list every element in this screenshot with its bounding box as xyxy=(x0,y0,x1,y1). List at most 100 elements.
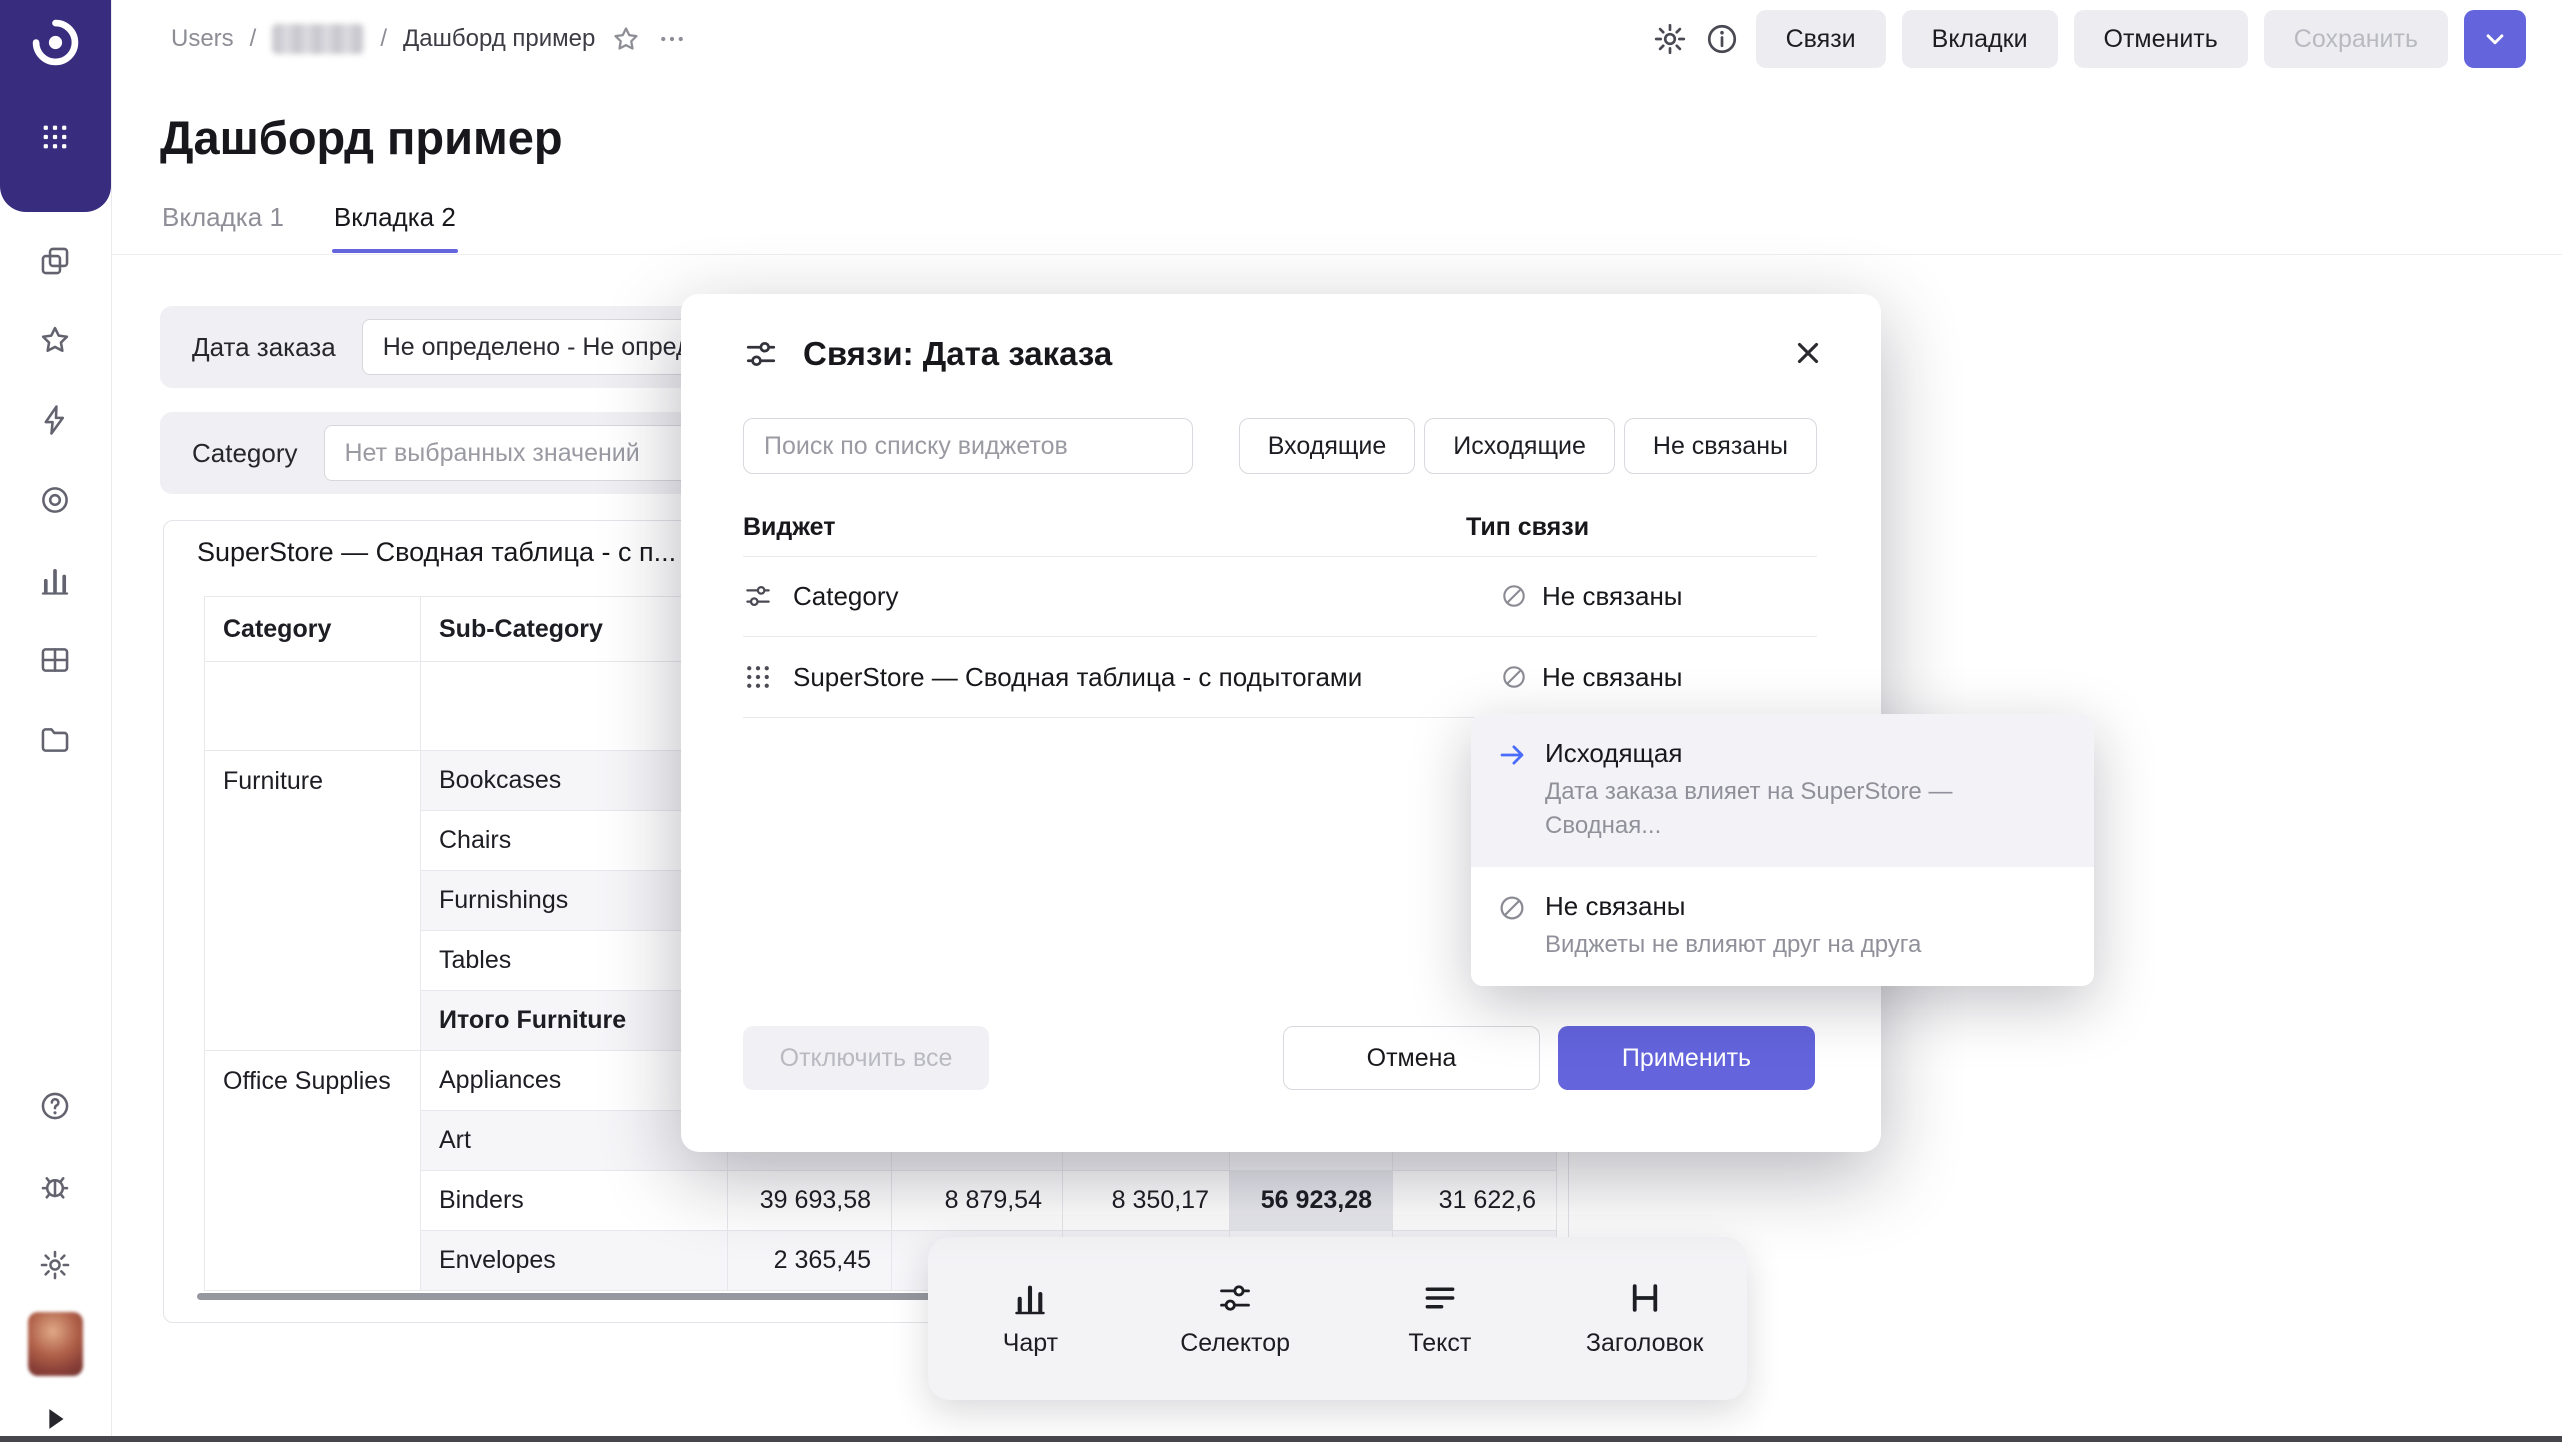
dashboard-tabs: Вкладка 1 Вкладка 2 xyxy=(160,192,458,253)
widget-link-row: Category Не связаны xyxy=(743,556,1817,637)
play-icon[interactable] xyxy=(38,1402,72,1436)
grid-dots-icon xyxy=(743,662,773,692)
link-type-select[interactable]: Не связаны xyxy=(1500,556,1683,636)
pivot-value-cell: 39 693,58 xyxy=(728,1171,892,1231)
toolbar-item-chart[interactable]: Чарт xyxy=(928,1237,1133,1400)
sidebar-item-gear[interactable] xyxy=(38,1248,72,1282)
sidebar-item-help[interactable] xyxy=(38,1089,72,1123)
toolbar-item-label: Текст xyxy=(1408,1329,1471,1358)
sidebar-item-chart-bars[interactable] xyxy=(38,563,72,597)
sidebar-item-collections[interactable] xyxy=(38,244,72,278)
sidebar-item-table-grid[interactable] xyxy=(38,643,72,677)
link-type-select[interactable]: Не связаны xyxy=(1500,637,1683,717)
option-subtitle: Виджеты не влияют друг на друга xyxy=(1545,928,1921,962)
tabs-button[interactable]: Вкладки xyxy=(1902,10,2058,68)
widget-title: SuperStore — Сводная таблица - с п... xyxy=(197,537,676,568)
disable-all-button[interactable]: Отключить все xyxy=(743,1026,989,1090)
logo-block xyxy=(0,0,111,212)
pivot-value-cell: 31 622,6 xyxy=(1393,1171,1557,1231)
link-type-dropdown: ИсходящаяДата заказа влияет на SuperStor… xyxy=(1471,714,2094,986)
modal-title: Связи: Дата заказа xyxy=(803,335,1112,373)
apply-button[interactable]: Применить xyxy=(1558,1026,1815,1090)
modal-search-row: ВходящиеИсходящиеНе связаны xyxy=(743,418,1817,474)
settings-gear-icon[interactable] xyxy=(1652,21,1688,57)
tab-2[interactable]: Вкладка 2 xyxy=(332,192,458,253)
filter-label: Дата заказа xyxy=(192,332,336,363)
column-link-type-label: Тип связи xyxy=(1466,513,1589,542)
chip-incoming[interactable]: Входящие xyxy=(1239,418,1416,474)
save-button[interactable]: Сохранить xyxy=(2264,10,2448,68)
breadcrumb-redacted-folder[interactable] xyxy=(272,24,364,54)
toolbar-item-label: Чарт xyxy=(1003,1329,1058,1358)
widget-name: SuperStore — Сводная таблица - с подытог… xyxy=(793,662,1362,693)
info-icon[interactable] xyxy=(1704,21,1740,57)
cancel-button[interactable]: Отменить xyxy=(2074,10,2248,68)
tab-1[interactable]: Вкладка 1 xyxy=(160,192,286,253)
sliders-icon xyxy=(743,336,779,372)
add-widget-toolbar: Чарт Селектор Текст Заголовок xyxy=(928,1237,1747,1400)
breadcrumb-root[interactable]: Users xyxy=(171,25,234,53)
datalens-dashboard-app: Users / / Дашборд пример Связи Вкладки Отм… xyxy=(0,0,2562,1442)
avatar[interactable] xyxy=(28,1312,83,1376)
breadcrumb-separator: / xyxy=(380,25,387,53)
more-options-icon[interactable] xyxy=(657,24,687,54)
toolbar-item-selector[interactable]: Селектор xyxy=(1133,1237,1338,1400)
chip-outgoing[interactable]: Исходящие xyxy=(1424,418,1615,474)
tabs-divider xyxy=(111,254,2562,255)
pivot-value-cell: 8 350,17 xyxy=(1063,1171,1230,1231)
header-actions: Связи Вкладки Отменить Сохранить xyxy=(1652,10,2526,68)
breadcrumb-current: Дашборд пример xyxy=(403,25,595,53)
sidebar-item-folder[interactable] xyxy=(38,723,72,757)
link-type-value: Не связаны xyxy=(1542,662,1683,693)
pivot-col-header: Category xyxy=(205,597,421,662)
no-link-icon xyxy=(1497,893,1527,923)
no-link-icon xyxy=(1500,582,1528,610)
sidebar xyxy=(0,0,112,1442)
widget-name: Category xyxy=(793,581,899,612)
pivot-col-header xyxy=(205,662,421,751)
breadcrumb-separator: / xyxy=(250,25,257,53)
sidebar-item-star[interactable] xyxy=(38,323,72,357)
pivot-sub-cell: Binders xyxy=(421,1171,728,1231)
pivot-value-cell: 56 923,28 xyxy=(1230,1171,1393,1231)
sidebar-item-flash[interactable] xyxy=(38,403,72,437)
modal-footer: Отключить все Отмена Применить xyxy=(743,1026,1817,1090)
cancel-button[interactable]: Отмена xyxy=(1283,1026,1540,1090)
column-widget-label: Виджет xyxy=(743,513,836,542)
close-icon[interactable] xyxy=(1791,336,1825,370)
heading-icon xyxy=(1626,1279,1664,1317)
sliders-icon xyxy=(1216,1279,1254,1317)
favorite-star-icon[interactable] xyxy=(611,24,641,54)
chevron-down-icon xyxy=(2480,24,2510,54)
toolbar-item-label: Заголовок xyxy=(1586,1329,1704,1358)
option-subtitle: Дата заказа влияет на SuperStore — Сводн… xyxy=(1545,775,2068,843)
pivot-group-cell: Furniture xyxy=(205,751,421,1051)
widget-link-row: SuperStore — Сводная таблица - с подытог… xyxy=(743,637,1817,718)
modal-header: Связи: Дата заказа xyxy=(743,324,1825,384)
toolbar-item-heading[interactable]: Заголовок xyxy=(1542,1237,1747,1400)
page-title: Дашборд пример xyxy=(160,110,563,165)
pivot-value-cell: 2 365,45 xyxy=(728,1231,892,1291)
links-button[interactable]: Связи xyxy=(1756,10,1886,68)
datalens-logo[interactable] xyxy=(29,16,82,69)
chip-unlinked[interactable]: Не связаны xyxy=(1624,418,1817,474)
toolbar-item-text[interactable]: Текст xyxy=(1338,1237,1543,1400)
save-dropdown-button[interactable] xyxy=(2464,10,2526,68)
search-input[interactable] xyxy=(743,418,1193,474)
sidebar-item-bug[interactable] xyxy=(38,1169,72,1203)
sliders-icon xyxy=(743,581,773,611)
list-header: Виджет Тип связи xyxy=(743,500,1817,557)
arrow-right-icon xyxy=(1497,740,1527,770)
apps-grid-icon[interactable] xyxy=(38,120,72,154)
filter-label: Category xyxy=(192,438,298,469)
breadcrumb: Users / / Дашборд пример xyxy=(171,24,687,54)
chart-bars-icon xyxy=(1011,1279,1049,1317)
link-option-outgoing[interactable]: ИсходящаяДата заказа влияет на SuperStor… xyxy=(1471,714,2094,867)
link-option-unlinked[interactable]: Не связаны Виджеты не влияют друг на друг… xyxy=(1471,867,2094,986)
option-title: Не связаны xyxy=(1545,891,1921,922)
sidebar-item-rings[interactable] xyxy=(38,483,72,517)
pivot-sub-cell: Envelopes xyxy=(421,1231,728,1291)
bottom-strip xyxy=(0,1436,2562,1442)
link-type-value: Не связаны xyxy=(1542,581,1683,612)
text-lines-icon xyxy=(1421,1279,1459,1317)
